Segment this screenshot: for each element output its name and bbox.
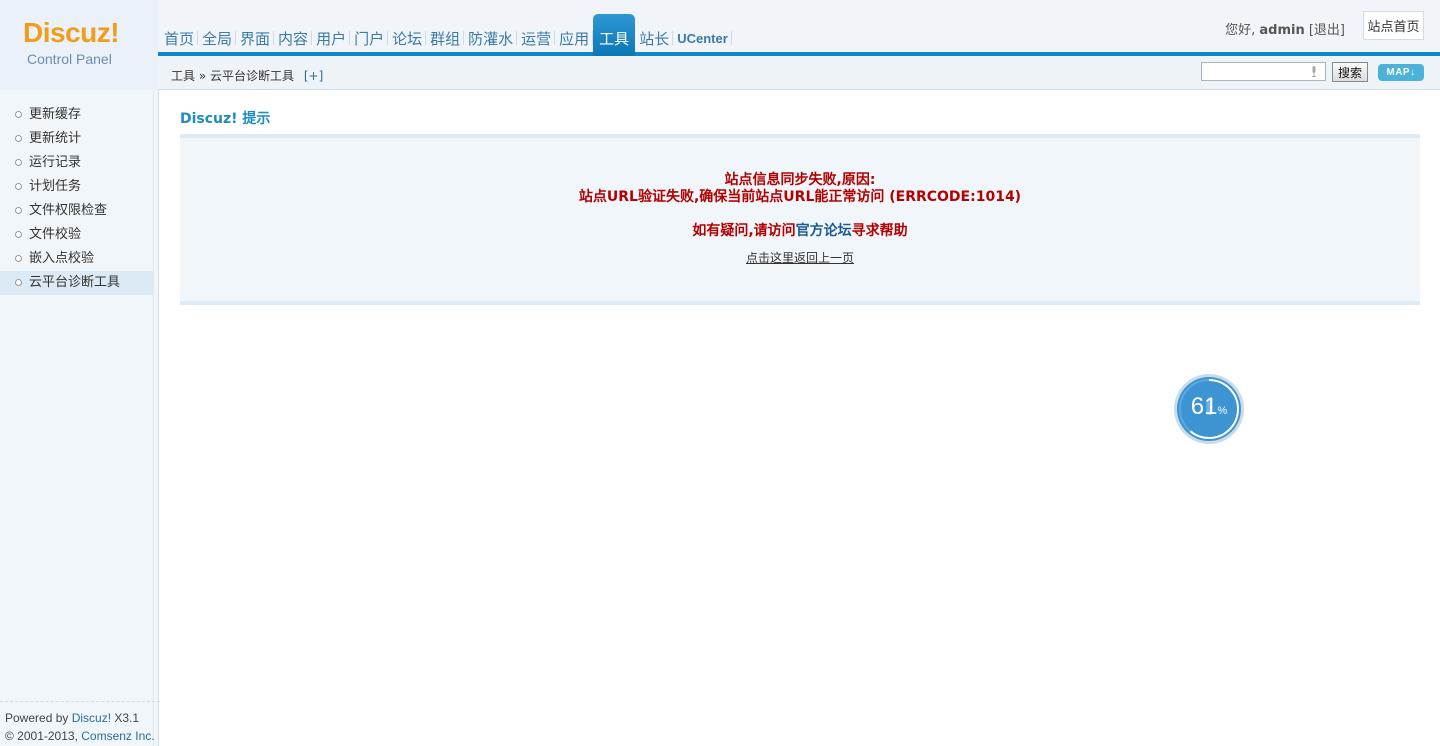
- breadcrumb-page: 云平台诊断工具: [210, 69, 295, 83]
- nav-item-home[interactable]: 首页: [160, 14, 199, 56]
- sidebar-item-scheduled-tasks[interactable]: 计划任务: [0, 175, 153, 199]
- back-link[interactable]: 点击这里返回上一页: [746, 249, 854, 266]
- nav-item-style[interactable]: 界面: [236, 14, 275, 56]
- page-title: Discuz! 提示: [180, 111, 271, 127]
- nav-item-user[interactable]: 用户: [312, 14, 351, 56]
- sidebar-item-label: 嵌入点校验: [29, 251, 95, 266]
- help-suffix: 寻求帮助: [851, 223, 908, 239]
- notice-box: 站点信息同步失败,原因: 站点URL验证失败,确保当前站点URL能正常访问 (E…: [180, 134, 1420, 305]
- progress-number: 61: [1190, 393, 1218, 420]
- progress-widget[interactable]: 61%: [1173, 373, 1245, 445]
- sidebar-footer: Powered by Discuz! X3.1 © 2001-2013, Com…: [0, 701, 165, 745]
- sidebar-divider: [153, 90, 154, 746]
- nav-item-forum[interactable]: 论坛: [388, 14, 427, 56]
- logo-brand: Discuz!: [23, 17, 120, 48]
- progress-value: 61%: [1173, 393, 1245, 421]
- nav-item-operation[interactable]: 运营: [517, 14, 556, 56]
- sidebar-item-label: 文件权限检查: [29, 203, 108, 218]
- nav-item-founder[interactable]: 站长: [635, 14, 674, 56]
- nav-item-content[interactable]: 内容: [274, 14, 313, 56]
- breadcrumb-section[interactable]: 工具: [171, 69, 195, 83]
- sub-bar: 工具 » 云平台诊断工具 [+] 搜索 MAP ↓: [158, 57, 1440, 90]
- copyright-text: © 2001-2013,: [5, 729, 82, 743]
- footer-divider: [0, 701, 160, 702]
- search-input[interactable]: [1201, 62, 1326, 81]
- logo-subtitle: Control Panel: [27, 51, 112, 67]
- sidebar: 更新缓存 更新统计 运行记录 计划任务 文件权限检查 文件校验 嵌入点校验 云平…: [0, 90, 160, 746]
- add-shortcut-link[interactable]: [+]: [304, 69, 323, 83]
- bullet-icon: [15, 111, 22, 118]
- bullet-icon: [15, 183, 22, 190]
- map-button[interactable]: MAP ↓: [1378, 64, 1424, 81]
- nav-item-tools[interactable]: 工具: [593, 14, 636, 56]
- sidebar-item-update-cache[interactable]: 更新缓存: [0, 103, 153, 127]
- error-line-2: 站点URL验证失败,确保当前站点URL能正常访问 (ERRCODE:1014): [578, 189, 1022, 205]
- bullet-icon: [15, 231, 22, 238]
- sidebar-item-label: 更新缓存: [29, 107, 82, 122]
- arrow-down-icon: ↓: [1410, 67, 1416, 78]
- sidebar-item-label: 云平台诊断工具: [29, 275, 121, 290]
- bullet-icon: [15, 159, 22, 166]
- progress-unit: %: [1217, 405, 1228, 417]
- sidebar-item-file-check[interactable]: 文件校验: [0, 223, 153, 247]
- official-forum-link[interactable]: 官方论坛: [796, 223, 852, 239]
- sidebar-item-cloud-diagnostics[interactable]: 云平台诊断工具: [0, 271, 153, 295]
- nav-item-group[interactable]: 群组: [426, 14, 465, 56]
- sidebar-item-file-permissions[interactable]: 文件权限检查: [0, 199, 153, 223]
- bullet-icon: [15, 255, 22, 262]
- sidebar-item-update-stats[interactable]: 更新统计: [0, 127, 153, 151]
- copyright: © 2001-2013, Comsenz Inc.: [5, 727, 165, 745]
- error-line-1: 站点信息同步失败,原因:: [724, 172, 876, 188]
- sidebar-item-label: 计划任务: [29, 179, 82, 194]
- nav-item-app[interactable]: 应用: [555, 14, 594, 56]
- top-nav: 首页 全局 界面 内容 用户 门户 论坛 群组 防灌水 运营 应用 工具 站长 …: [160, 14, 732, 56]
- bullet-icon: [15, 207, 22, 214]
- sidebar-item-hook-check[interactable]: 嵌入点校验: [0, 247, 153, 271]
- nav-item-portal[interactable]: 门户: [350, 14, 389, 56]
- breadcrumb-separator: »: [198, 69, 207, 83]
- powered-by: Powered by Discuz! X3.1: [5, 709, 165, 727]
- search-button[interactable]: 搜索: [1332, 62, 1368, 82]
- username: admin: [1259, 23, 1305, 38]
- version-text: X3.1: [111, 711, 140, 725]
- site-home-button[interactable]: 站点首页: [1363, 11, 1424, 40]
- sidebar-item-label: 更新统计: [29, 131, 82, 146]
- help-prefix: 如有疑问,请访问: [692, 223, 796, 239]
- help-line: 如有疑问,请访问官方论坛寻求帮助: [180, 223, 1420, 240]
- logout-link[interactable]: [退出]: [1309, 23, 1345, 38]
- sidebar-item-run-log[interactable]: 运行记录: [0, 151, 153, 175]
- user-bar: 您好, admin [退出]: [1225, 19, 1345, 38]
- sidebar-item-label: 运行记录: [29, 155, 82, 170]
- header: 首页 全局 界面 内容 用户 门户 论坛 群组 防灌水 运营 应用 工具 站长 …: [0, 0, 1440, 57]
- sidebar-menu: 更新缓存 更新统计 运行记录 计划任务 文件权限检查 文件校验 嵌入点校验 云平…: [0, 103, 158, 295]
- bullet-icon: [15, 135, 22, 142]
- microphone-icon[interactable]: [1311, 66, 1317, 77]
- bullet-icon: [15, 279, 22, 286]
- map-button-label: MAP: [1386, 67, 1411, 78]
- nav-item-antispam[interactable]: 防灌水: [464, 14, 518, 56]
- greeting-text: 您好,: [1225, 23, 1256, 38]
- logo[interactable]: Discuz! Control Panel: [0, 0, 158, 90]
- breadcrumb: 工具 » 云平台诊断工具 [+]: [171, 67, 323, 84]
- powered-by-text: Powered by: [5, 711, 72, 725]
- sidebar-item-label: 文件校验: [29, 227, 82, 242]
- nav-item-global[interactable]: 全局: [198, 14, 237, 56]
- comsenz-link[interactable]: Comsenz Inc.: [81, 729, 154, 743]
- discuz-link[interactable]: Discuz!: [72, 711, 111, 725]
- nav-item-ucenter[interactable]: UCenter: [673, 14, 732, 56]
